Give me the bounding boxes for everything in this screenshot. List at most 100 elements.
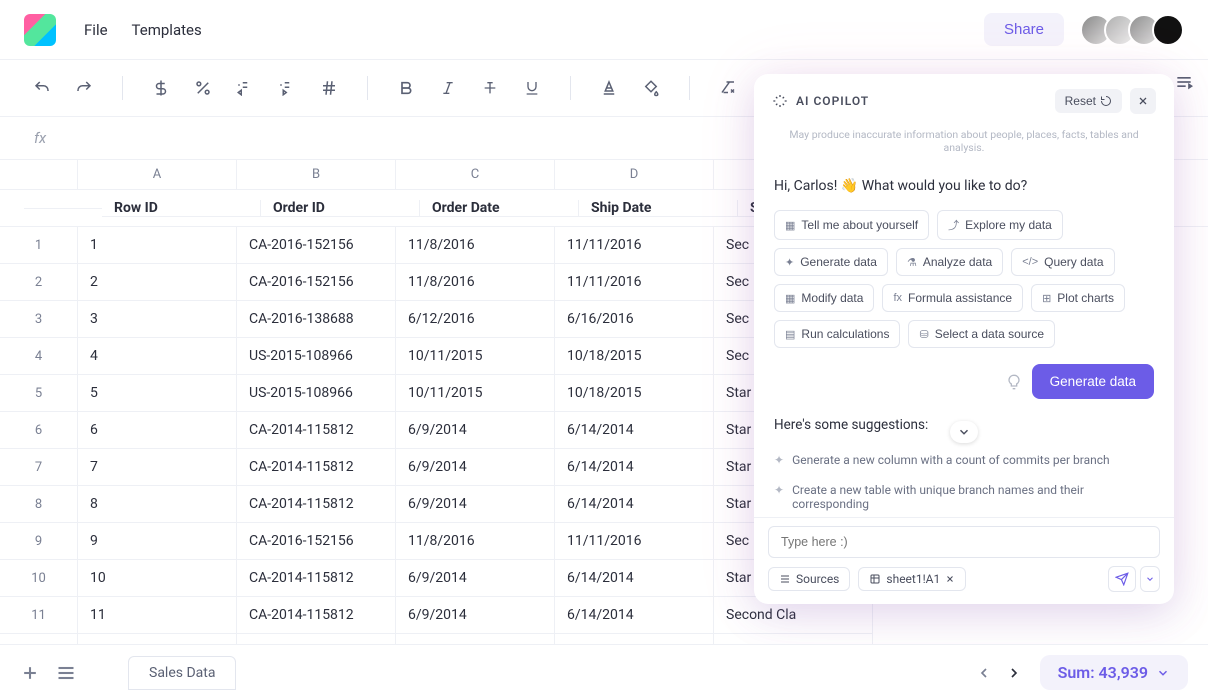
row-header[interactable]: 9: [0, 523, 78, 560]
next-icon[interactable]: [1006, 665, 1022, 681]
collapse-handle[interactable]: [950, 421, 978, 443]
clear-format-icon[interactable]: [716, 76, 740, 100]
share-button[interactable]: Share: [984, 13, 1064, 46]
source-ref-chip[interactable]: sheet1!A1: [858, 567, 966, 591]
cell[interactable]: CA-2014-115812: [237, 486, 396, 523]
row-header[interactable]: 4: [0, 338, 78, 375]
copilot-chip[interactable]: ▦Modify data: [774, 284, 874, 312]
collaborator-avatars[interactable]: [1080, 14, 1184, 46]
sheet-list-icon[interactable]: [56, 663, 76, 683]
copilot-chip[interactable]: ✦Generate data: [774, 248, 888, 276]
prev-icon[interactable]: [976, 665, 992, 681]
cell[interactable]: 6/14/2014: [555, 412, 714, 449]
cell[interactable]: CA-2016-152156: [237, 227, 396, 264]
hint-icon[interactable]: [1006, 374, 1022, 390]
copilot-input[interactable]: [768, 526, 1160, 558]
cell[interactable]: 11/8/2016: [396, 227, 555, 264]
row-header[interactable]: 5: [0, 375, 78, 412]
copilot-chip[interactable]: ⤴Explore my data: [937, 210, 1063, 240]
row-header[interactable]: 11: [0, 597, 78, 634]
cell[interactable]: US-2015-108966: [237, 375, 396, 412]
cell[interactable]: 3: [78, 301, 237, 338]
cell[interactable]: US-2015-108966: [237, 338, 396, 375]
cell[interactable]: CA-2014-115812: [237, 560, 396, 597]
cell[interactable]: 2: [78, 264, 237, 301]
cell[interactable]: Ship Date: [579, 200, 738, 217]
cell[interactable]: 4: [78, 338, 237, 375]
send-button[interactable]: [1108, 566, 1136, 592]
cell[interactable]: 6/14/2014: [555, 449, 714, 486]
cell[interactable]: CA-2016-152156: [237, 523, 396, 560]
reset-button[interactable]: Reset: [1055, 89, 1122, 113]
cell[interactable]: 10/11/2015: [396, 375, 555, 412]
send-options-button[interactable]: [1140, 566, 1160, 592]
menu-templates[interactable]: Templates: [132, 21, 202, 39]
row-header[interactable]: 6: [0, 412, 78, 449]
cell[interactable]: 6/14/2014: [555, 597, 714, 634]
add-sheet-icon[interactable]: [20, 663, 40, 683]
copilot-chip[interactable]: </>Query data: [1011, 248, 1114, 276]
row-header[interactable]: [24, 208, 102, 209]
cell[interactable]: 10/11/2015: [396, 338, 555, 375]
cell[interactable]: CA-2014-115812: [237, 597, 396, 634]
copilot-chip[interactable]: fxFormula assistance: [882, 284, 1023, 312]
cell[interactable]: CA-2016-152156: [237, 264, 396, 301]
row-header[interactable]: 1: [0, 227, 78, 264]
cell[interactable]: 5: [78, 375, 237, 412]
copilot-chip[interactable]: ⊞Plot charts: [1031, 284, 1125, 312]
cell[interactable]: CA-2014-115812: [237, 412, 396, 449]
undo-icon[interactable]: [30, 76, 54, 100]
underline-icon[interactable]: [520, 76, 544, 100]
cell[interactable]: 10/18/2015: [555, 338, 714, 375]
cell[interactable]: 11/11/2016: [555, 523, 714, 560]
cell[interactable]: 6/16/2016: [555, 301, 714, 338]
suggestion-item[interactable]: ✦Generate a new column with a count of c…: [774, 445, 1154, 475]
row-header[interactable]: 7: [0, 449, 78, 486]
cell[interactable]: 6: [78, 412, 237, 449]
copilot-chip[interactable]: ▤Run calculations: [774, 320, 900, 348]
strikethrough-icon[interactable]: [478, 76, 502, 100]
cell[interactable]: Row ID: [102, 200, 261, 217]
sum-indicator[interactable]: Sum: 43,939: [1040, 655, 1188, 690]
italic-icon[interactable]: [436, 76, 460, 100]
cell[interactable]: Order Date: [420, 200, 579, 217]
generate-data-button[interactable]: Generate data: [1032, 364, 1154, 399]
copilot-chip[interactable]: ⛁Select a data source: [908, 320, 1055, 348]
cell[interactable]: 7: [78, 449, 237, 486]
bold-icon[interactable]: [394, 76, 418, 100]
cell[interactable]: 6/9/2014: [396, 560, 555, 597]
cell[interactable]: 9: [78, 523, 237, 560]
increase-decimal-icon[interactable]: [275, 76, 299, 100]
cell[interactable]: 6/12/2016: [396, 301, 555, 338]
decrease-decimal-icon[interactable]: [233, 76, 257, 100]
cell[interactable]: 11/8/2016: [396, 264, 555, 301]
suggestion-item[interactable]: ✦Create a new table with unique branch n…: [774, 475, 1154, 517]
cell[interactable]: CA-2016-138688: [237, 301, 396, 338]
row-header[interactable]: 3: [0, 301, 78, 338]
close-button[interactable]: [1130, 88, 1156, 114]
column-header[interactable]: A: [78, 160, 237, 190]
redo-icon[interactable]: [72, 76, 96, 100]
row-header[interactable]: 2: [0, 264, 78, 301]
cell[interactable]: 10/18/2015: [555, 375, 714, 412]
column-header[interactable]: B: [237, 160, 396, 190]
copilot-chip[interactable]: ⚗Analyze data: [896, 248, 1003, 276]
hash-icon[interactable]: [317, 76, 341, 100]
avatar[interactable]: [1152, 14, 1184, 46]
text-color-icon[interactable]: [597, 76, 621, 100]
cell[interactable]: 11/8/2016: [396, 523, 555, 560]
currency-icon[interactable]: [149, 76, 173, 100]
cell[interactable]: CA-2014-115812: [237, 449, 396, 486]
row-header[interactable]: 10: [0, 560, 78, 597]
column-header[interactable]: D: [555, 160, 714, 190]
cell[interactable]: Order ID: [261, 200, 420, 217]
sources-chip[interactable]: Sources: [768, 567, 850, 591]
cell[interactable]: 8: [78, 486, 237, 523]
app-logo[interactable]: [24, 14, 56, 46]
copilot-chip[interactable]: ▦Tell me about yourself: [774, 210, 929, 240]
cell[interactable]: 6/14/2014: [555, 560, 714, 597]
cell[interactable]: 6/9/2014: [396, 597, 555, 634]
column-header[interactable]: C: [396, 160, 555, 190]
sheet-tab[interactable]: Sales Data: [128, 656, 236, 690]
menu-file[interactable]: File: [84, 21, 108, 39]
